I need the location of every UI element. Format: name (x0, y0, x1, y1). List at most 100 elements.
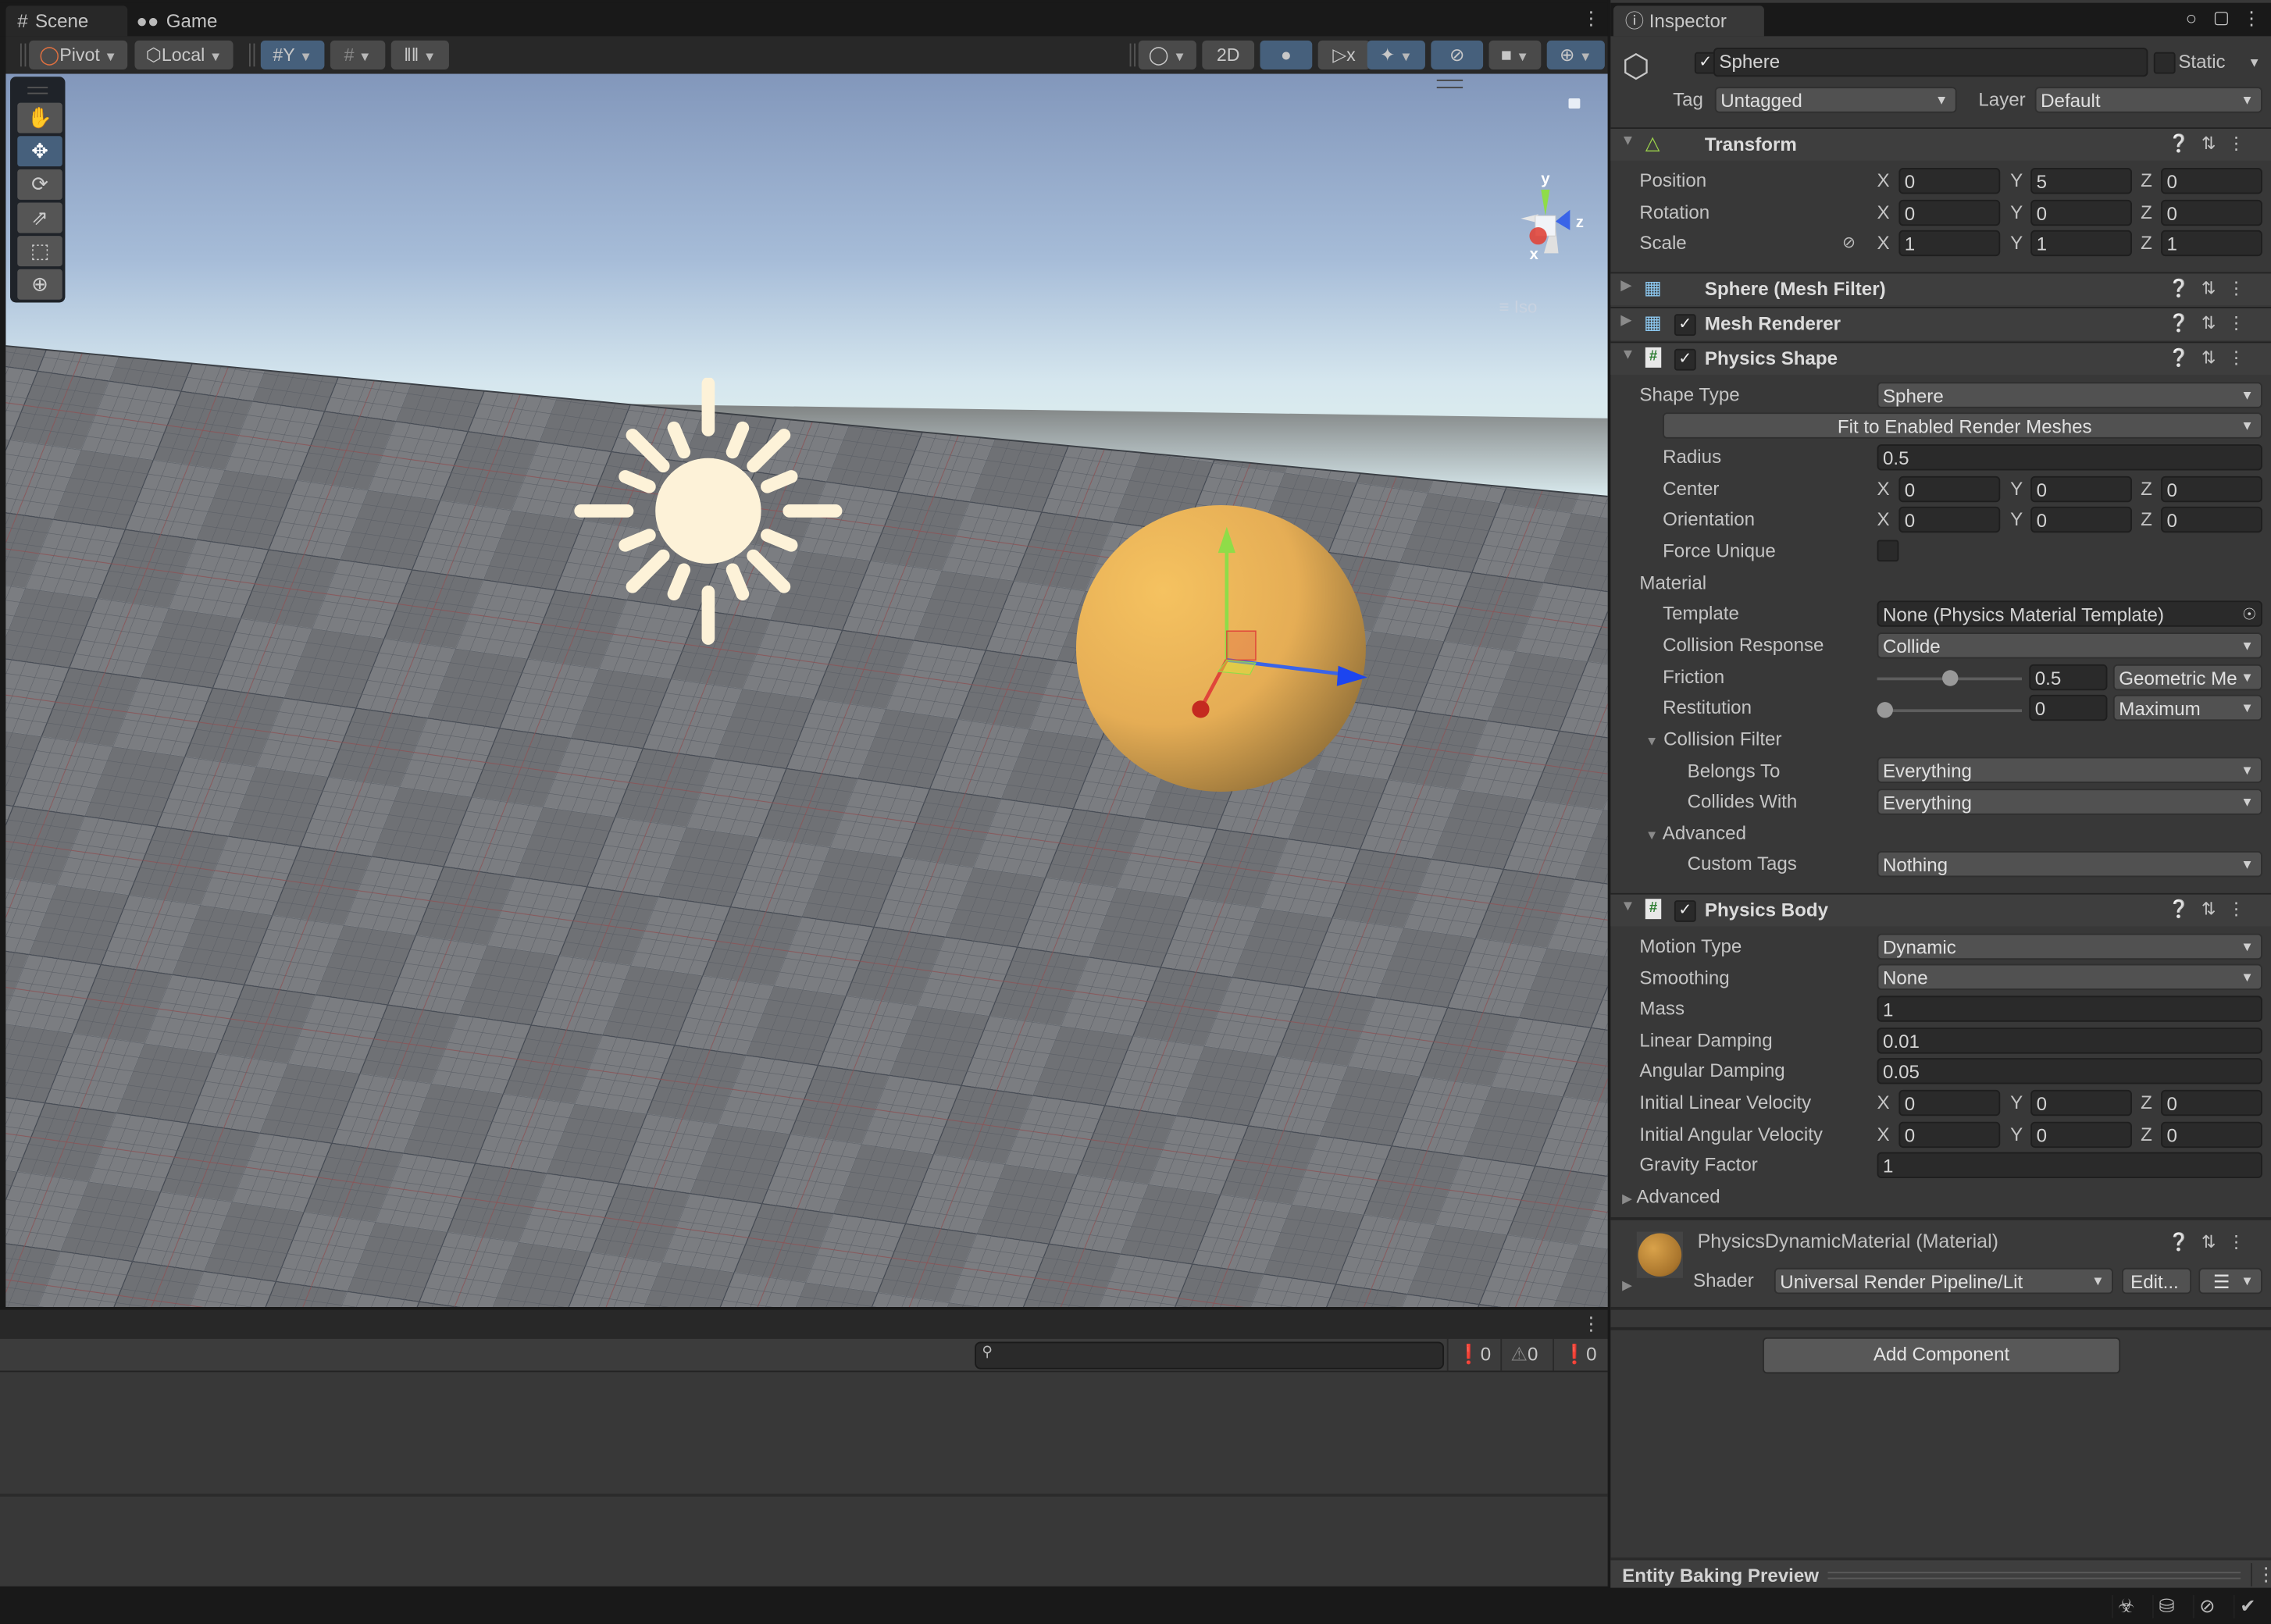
component-menu-icon[interactable]: ⋮ (2227, 312, 2256, 333)
foldout-expanded-icon[interactable]: ▼ (1620, 347, 1635, 363)
orientation-y-field[interactable]: 0 (2030, 506, 2132, 533)
rotation-y-axis-label[interactable]: Y (2010, 201, 2023, 223)
initial-angular-velocity-x-axis-label[interactable]: X (1877, 1124, 1890, 1145)
baking-menu-icon[interactable]: ⋮ (2251, 1563, 2271, 1587)
initial-angular-velocity-x-field[interactable]: 0 (1898, 1121, 2001, 1149)
help-icon[interactable]: ❔ (2168, 899, 2201, 919)
scale-tool-button[interactable]: ⇗ (17, 202, 62, 233)
position-y-field[interactable]: 5 (2030, 168, 2132, 194)
static-dropdown-arrow[interactable]: ▼ (2248, 55, 2261, 69)
shader-options-dropdown[interactable]: ☰ ▼ (2198, 1267, 2262, 1295)
x-axis-arrow[interactable] (1192, 700, 1210, 718)
angular-damping-field[interactable]: 0.05 (1877, 1058, 2262, 1084)
component-menu-icon[interactable]: ⋮ (2227, 278, 2256, 298)
collision-filter-foldout[interactable]: ▼ Collision Filter (1645, 728, 1782, 750)
restitution-field[interactable]: 0 (2029, 694, 2108, 721)
gizmo-y-label[interactable]: y (1541, 170, 1550, 187)
physics-body-header[interactable]: ▼ # ✓ Physics Body ❔⇅⋮ (1610, 892, 2271, 927)
smoothing-dropdown[interactable]: None ▼ (1877, 963, 2262, 990)
rect-tool-button[interactable]: ⬚ (17, 236, 62, 267)
scale-z-field[interactable]: 1 (2161, 230, 2262, 257)
foldout-collapsed-icon[interactable]: ▶ (1622, 1278, 1632, 1294)
rotation-z-axis-label[interactable]: Z (2141, 201, 2152, 223)
rotation-y-field[interactable]: 0 (2030, 199, 2132, 226)
foldout-collapsed-icon[interactable]: ▶ (1620, 312, 1631, 328)
initial-linear-velocity-z-axis-label[interactable]: Z (2141, 1092, 2152, 1113)
collides-with-dropdown[interactable]: Everything ▼ (1877, 789, 2262, 815)
xy-plane-handle[interactable] (1226, 630, 1257, 661)
gizmos-dropdown[interactable]: ⊕ ▼ (1546, 40, 1605, 69)
static-checkbox[interactable] (2153, 52, 2176, 74)
increment-snap-button[interactable]: # ▼ (330, 40, 386, 69)
collision-response-dropdown[interactable]: Collide ▼ (1877, 632, 2262, 659)
console-menu-icon[interactable]: ⋮ (1581, 1312, 1600, 1336)
scale-z-axis-label[interactable]: Z (2141, 232, 2152, 254)
restitution-slider-thumb[interactable] (1877, 702, 1893, 718)
console-search-input[interactable] (999, 1343, 1435, 1366)
sphere-object[interactable] (1071, 500, 1374, 797)
gameobject-cube-icon[interactable]: ⬡ (1622, 48, 1650, 85)
position-x-axis-label[interactable]: X (1877, 169, 1890, 191)
console-detail-area[interactable] (0, 1496, 1608, 1587)
local-dropdown[interactable]: ⬡Local ▼ (134, 40, 234, 69)
gizmo-lock-icon[interactable] (1568, 98, 1581, 109)
friction-field[interactable]: 0.5 (2029, 664, 2108, 691)
presets-icon[interactable]: ⇅ (2201, 312, 2227, 333)
gizmo-drag-handle[interactable] (1436, 79, 1463, 89)
object-name-field[interactable]: Sphere (1713, 48, 2148, 77)
scale-x-field[interactable]: 1 (1898, 230, 2001, 257)
scene-menu-icon[interactable]: ⋮ (1581, 7, 1600, 30)
resize-handle[interactable] (1827, 1572, 2241, 1579)
scale-y-axis-label[interactable]: Y (2010, 232, 2023, 254)
debug-mode-icon[interactable]: ○ (2186, 7, 2198, 29)
friction-combine-dropdown[interactable]: Geometric Me ▼ (2112, 664, 2262, 691)
help-icon[interactable]: ❔ (2168, 347, 2201, 368)
console-search-field[interactable]: ⚲ (975, 1341, 1445, 1369)
initial-linear-velocity-y-field[interactable]: 0 (2030, 1089, 2132, 1116)
shape-advanced-foldout[interactable]: ▼ Advanced (1645, 822, 1746, 844)
add-component-button[interactable]: Add Component (1763, 1337, 2121, 1374)
scene-visibility-toggle[interactable]: ⊘ (1431, 40, 1484, 69)
orientation-y-axis-label[interactable]: Y (2010, 508, 2023, 530)
presets-icon[interactable]: ⇅ (2201, 347, 2227, 368)
physics-shape-enabled-checkbox[interactable]: ✓ (1674, 348, 1696, 371)
lock-icon[interactable]: ▢ (2213, 7, 2230, 27)
mesh-filter-header[interactable]: ▶ ▦ Sphere (Mesh Filter) ❔⇅⋮ (1610, 272, 2271, 306)
console-log-list[interactable] (0, 1372, 1608, 1497)
layer-dropdown[interactable]: Default ▼ (2034, 87, 2262, 113)
help-icon[interactable]: ❔ (2168, 312, 2201, 333)
physics-body-enabled-checkbox[interactable]: ✓ (1674, 900, 1696, 922)
motion-type-dropdown[interactable]: Dynamic ▼ (1877, 933, 2262, 960)
position-z-axis-label[interactable]: Z (2141, 169, 2152, 191)
rotation-x-field[interactable]: 0 (1898, 199, 2001, 226)
projection-toggle[interactable]: ≡ Iso (1499, 297, 1538, 317)
material-preview[interactable] (1636, 1231, 1684, 1278)
linear-damping-field[interactable]: 0.01 (1877, 1027, 2262, 1054)
transform-tool-button[interactable]: ⊕ (17, 269, 62, 300)
orientation-z-field[interactable]: 0 (2161, 506, 2262, 533)
gravity-factor-field[interactable]: 1 (1877, 1152, 2262, 1178)
component-menu-icon[interactable]: ⋮ (2227, 134, 2256, 154)
log-count-toggle[interactable]: ❗0 (1446, 1338, 1491, 1371)
orientation-gizmo[interactable]: y z x (1480, 163, 1595, 279)
shape-type-dropdown[interactable]: Sphere ▼ (1877, 382, 2262, 408)
scene-viewport[interactable]: y z x ≡ Iso (5, 73, 1608, 1307)
center-y-axis-label[interactable]: Y (2010, 478, 2023, 500)
template-object-field[interactable]: None (Physics Material Template) ☉ (1877, 600, 2262, 627)
center-z-field[interactable]: 0 (2161, 475, 2262, 503)
inspector-menu-icon[interactable]: ⋮ (2242, 7, 2261, 30)
fit-to-render-meshes-button[interactable]: Fit to Enabled Render Meshes ▼ (1663, 412, 2262, 439)
effects-toggle[interactable]: ✦ ▼ (1367, 40, 1425, 69)
lighting-toggle[interactable]: ● (1260, 40, 1313, 69)
belongs-to-dropdown[interactable]: Everything ▼ (1877, 757, 2262, 783)
center-y-field[interactable]: 0 (2030, 475, 2132, 503)
help-icon[interactable]: ❔ (2168, 278, 2201, 298)
orientation-x-axis-label[interactable]: X (1877, 508, 1890, 530)
palette-drag-handle[interactable] (27, 87, 48, 94)
tab-scene[interactable]: # Scene (5, 5, 128, 37)
initial-angular-velocity-z-axis-label[interactable]: Z (2141, 1124, 2152, 1145)
position-x-field[interactable]: 0 (1898, 168, 2001, 194)
mesh-renderer-header[interactable]: ▶ ▦ ✓ Mesh Renderer ❔⇅⋮ (1610, 307, 2271, 340)
orientation-z-axis-label[interactable]: Z (2141, 508, 2152, 530)
initial-angular-velocity-y-field[interactable]: 0 (2030, 1121, 2132, 1149)
